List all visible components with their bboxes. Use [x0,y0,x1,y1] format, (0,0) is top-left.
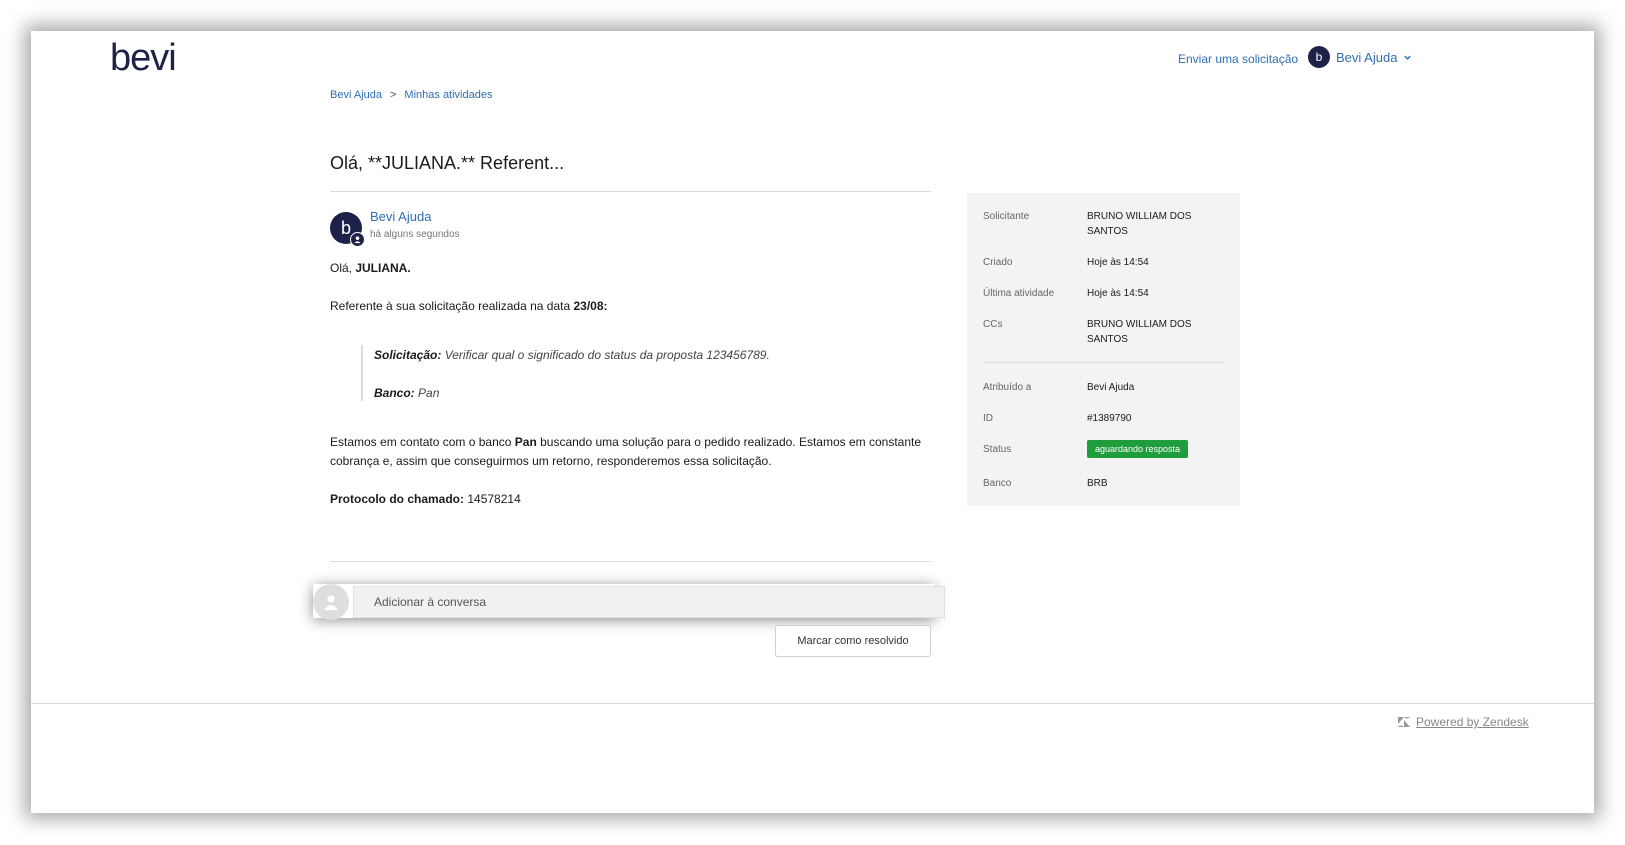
requester-value: BRUNO WILLIAM DOS SANTOS [1087,211,1192,237]
greeting-name: JULIANA. [355,261,411,275]
comment-greeting: Olá, JULIANA. [330,261,411,275]
sidebar-divider [983,362,1224,363]
zendesk-icon [1398,717,1410,727]
submit-request-link[interactable]: Enviar uma solicitação [1178,52,1298,66]
last-activity-value: Hoje às 14:54 [1087,288,1149,299]
reply-input[interactable]: Adicionar à conversa [353,586,945,618]
created-value: Hoje às 14:54 [1087,257,1149,268]
powered-by-zendesk[interactable]: Powered by Zendesk [1398,715,1529,729]
breadcrumb: Bevi Ajuda > Minhas atividades [330,89,492,101]
comment-author[interactable]: Bevi Ajuda [370,209,431,224]
breadcrumb-separator: > [389,89,397,101]
quote-bar [361,345,363,401]
comment-protocol: Protocolo do chamado: 14578214 [330,492,521,506]
title-divider [330,191,931,192]
comment-divider [330,561,931,562]
breadcrumb-item-activities[interactable]: Minhas atividades [404,89,492,101]
comment-contact: Estamos em contato com o banco Pan busca… [330,435,922,468]
comment-time: há alguns segundos [370,229,460,240]
id-label: ID [983,413,993,424]
ccs-label: CCs [983,319,1003,330]
id-value: #1389790 [1087,413,1132,424]
user-icon [323,595,339,611]
chevron-down-icon [1404,55,1412,60]
quote-bank: Banco: Pan [374,386,440,400]
reference-date: 23/08: [573,299,608,313]
request-details-sidebar: Solicitante BRUNO WILLIAM DOS SANTOS Cria… [967,193,1240,506]
bank-label: Banco [983,478,1012,489]
ccs-value: BRUNO WILLIAM DOS SANTOS [1087,319,1192,345]
quote-request: Solicitação: Verificar qual o significad… [374,348,770,362]
assigned-label: Atribuído a [983,382,1032,393]
page-frame: bevi Enviar uma solicitação b Bevi Ajuda… [31,31,1594,813]
bevi-logo[interactable]: bevi [110,39,177,77]
requester-label: Solicitante [983,211,1030,222]
footer-divider [31,703,1594,704]
agent-badge-icon [350,232,365,247]
created-label: Criado [983,257,1013,268]
last-activity-label: Última atividade [983,288,1055,299]
user-menu[interactable]: b Bevi Ajuda [1308,46,1412,68]
page-title: Olá, **JULIANA.** Referent... [330,153,565,173]
status-badge: aguardando resposta [1087,440,1189,458]
comment-reference: Referente à sua solicitação realizada na… [330,299,608,313]
user-menu-label: Bevi Ajuda [1336,49,1398,65]
user-avatar: b [1308,46,1330,68]
breadcrumb-item-home[interactable]: Bevi Ajuda [330,89,382,101]
status-label: Status [983,444,1012,455]
assigned-value: Bevi Ajuda [1087,382,1135,393]
mark-resolved-button[interactable]: Marcar como resolvido [775,625,931,657]
bank-value: BRB [1087,478,1108,489]
powered-by-link[interactable]: Powered by Zendesk [1416,715,1529,729]
reply-avatar [313,584,349,620]
